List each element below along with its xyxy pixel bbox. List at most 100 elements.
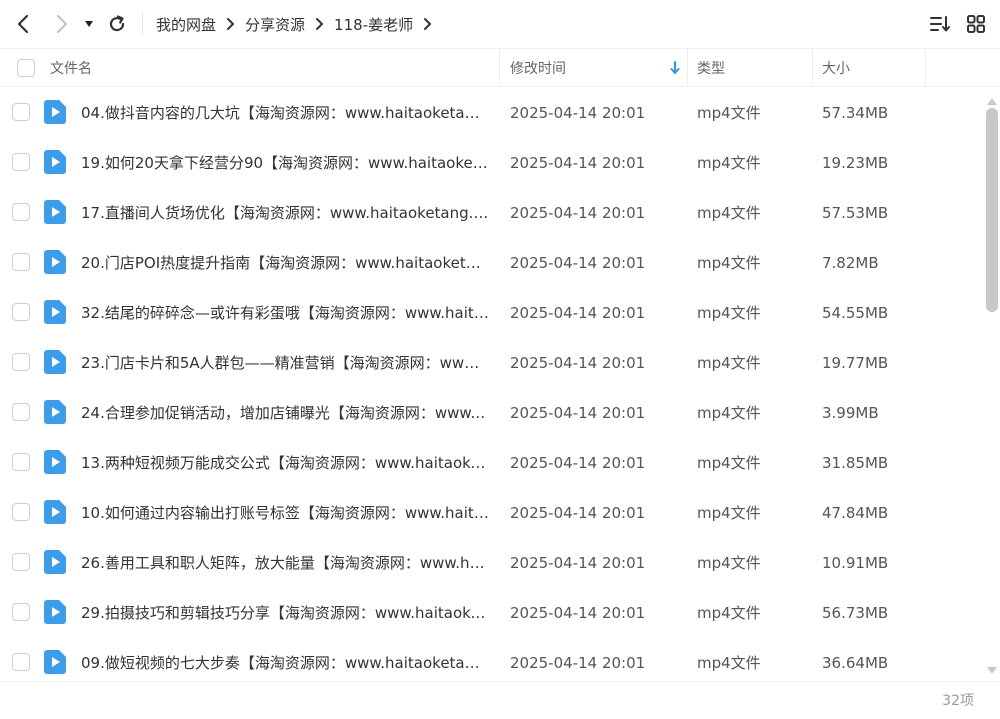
select-all-checkbox[interactable]: [17, 59, 35, 77]
column-divider[interactable]: [925, 49, 926, 87]
column-header-type[interactable]: 类型: [697, 49, 725, 87]
video-file-icon: [44, 300, 66, 324]
video-file-icon: [44, 500, 66, 524]
column-divider[interactable]: [499, 49, 500, 87]
row-checkbox[interactable]: [12, 303, 30, 321]
vertical-scrollbar[interactable]: [984, 88, 1000, 681]
sort-descending-icon: [670, 61, 680, 74]
file-size: 10.91MB: [822, 554, 889, 572]
file-name: 20.门店POI热度提升指南【海淘资源网：www.haitaoketang.co…: [81, 254, 489, 272]
file-name: 29.拍摄技巧和剪辑技巧分享【海淘资源网：www.haitaoketang.co…: [81, 604, 489, 622]
file-type: mp4文件: [697, 604, 761, 622]
file-row[interactable]: 04.做抖音内容的几大坑【海淘资源网：www.haitaoketang.com】…: [0, 88, 982, 138]
row-checkbox[interactable]: [12, 253, 30, 271]
file-size: 54.55MB: [822, 304, 889, 322]
file-size: 36.64MB: [822, 654, 889, 672]
file-size: 57.34MB: [822, 104, 889, 122]
column-divider[interactable]: [687, 49, 688, 87]
toolbar: 我的网盘 分享资源 118-姜老师: [0, 0, 1000, 48]
file-modified-time: 2025-04-14 20:01: [510, 104, 646, 122]
refresh-icon: [109, 15, 125, 32]
select-all-cell: [17, 49, 35, 87]
file-type: mp4文件: [697, 404, 761, 422]
row-checkbox[interactable]: [12, 603, 30, 621]
video-file-icon: [44, 200, 66, 224]
file-name: 10.如何通过内容输出打账号标签【海淘资源网：www.haitaoketang.…: [81, 504, 489, 522]
row-checkbox[interactable]: [12, 503, 30, 521]
row-checkbox[interactable]: [12, 403, 30, 421]
column-header-size[interactable]: 大小: [822, 49, 850, 87]
file-type: mp4文件: [697, 654, 761, 672]
breadcrumb-item-shared-resources[interactable]: 分享资源: [245, 14, 305, 35]
video-file-icon: [44, 150, 66, 174]
breadcrumb-item-my-drive[interactable]: 我的网盘: [156, 14, 216, 35]
column-header-name[interactable]: 文件名: [50, 49, 92, 87]
breadcrumb-chevron-icon[interactable]: [423, 17, 432, 31]
file-type: mp4文件: [697, 504, 761, 522]
breadcrumb: 我的网盘 分享资源 118-姜老师: [156, 0, 442, 48]
row-checkbox[interactable]: [12, 353, 30, 371]
row-checkbox[interactable]: [12, 453, 30, 471]
file-row[interactable]: 24.合理参加促销活动，增加店铺曝光【海淘资源网：www.haitaoketan…: [0, 388, 982, 438]
file-row[interactable]: 26.善用工具和职人矩阵，放大能量【海淘资源网：www.haitaoketang…: [0, 538, 982, 588]
file-name: 26.善用工具和职人矩阵，放大能量【海淘资源网：www.haitaoketang…: [81, 554, 489, 572]
file-row[interactable]: 20.门店POI热度提升指南【海淘资源网：www.haitaoketang.co…: [0, 238, 982, 288]
file-modified-time: 2025-04-14 20:01: [510, 554, 646, 572]
video-file-icon: [44, 400, 66, 424]
column-header-type-label: 类型: [697, 61, 725, 77]
row-checkbox[interactable]: [12, 153, 30, 171]
file-size: 19.23MB: [822, 154, 889, 172]
file-modified-time: 2025-04-14 20:01: [510, 604, 646, 622]
column-header-modified[interactable]: 修改时间: [510, 49, 686, 87]
file-name: 32.结尾的碎碎念—或许有彩蛋哦【海淘资源网：www.haitaoketang.…: [81, 304, 489, 322]
breadcrumb-chevron-icon: [315, 17, 324, 31]
video-file-icon: [44, 250, 66, 274]
file-modified-time: 2025-04-14 20:01: [510, 154, 646, 172]
file-name: 04.做抖音内容的几大坑【海淘资源网：www.haitaoketang.com】…: [81, 104, 489, 122]
file-modified-time: 2025-04-14 20:01: [510, 454, 646, 472]
file-type: mp4文件: [697, 104, 761, 122]
scrollbar-thumb[interactable]: [986, 108, 998, 312]
scroll-down-arrow-icon[interactable]: [985, 662, 999, 674]
breadcrumb-item-current-folder[interactable]: 118-姜老师: [334, 14, 413, 35]
row-checkbox[interactable]: [12, 203, 30, 221]
history-dropdown-button[interactable]: [78, 10, 100, 38]
file-type: mp4文件: [697, 554, 761, 572]
file-row[interactable]: 29.拍摄技巧和剪辑技巧分享【海淘资源网：www.haitaoketang.co…: [0, 588, 982, 638]
sort-button[interactable]: [927, 11, 953, 37]
file-type: mp4文件: [697, 354, 761, 372]
file-row[interactable]: 23.门店卡片和5A人群包——精准营销【海淘资源网：www.haitaoketa…: [0, 338, 982, 388]
file-row[interactable]: 17.直播间人货场优化【海淘资源网：www.haitaoketang.com】.…: [0, 188, 982, 238]
sort-list-icon: [930, 16, 950, 32]
back-button[interactable]: [9, 10, 37, 38]
file-row[interactable]: 19.如何20天拿下经营分90【海淘资源网：www.haitaoketang.c…: [0, 138, 982, 188]
row-checkbox[interactable]: [12, 653, 30, 671]
file-type: mp4文件: [697, 254, 761, 272]
grid-view-button[interactable]: [963, 11, 989, 37]
file-row[interactable]: 32.结尾的碎碎念—或许有彩蛋哦【海淘资源网：www.haitaoketang.…: [0, 288, 982, 338]
file-name: 13.两种短视频万能成交公式【海淘资源网：www.haitaoketang.co…: [81, 454, 489, 472]
file-row[interactable]: 09.做短视频的七大步奏【海淘资源网：www.haitaoketang.com】…: [0, 638, 982, 681]
video-file-icon: [44, 350, 66, 374]
file-row[interactable]: 10.如何通过内容输出打账号标签【海淘资源网：www.haitaoketang.…: [0, 488, 982, 538]
file-type: mp4文件: [697, 154, 761, 172]
column-divider[interactable]: [812, 49, 813, 87]
file-modified-time: 2025-04-14 20:01: [510, 354, 646, 372]
breadcrumb-chevron-icon: [226, 17, 235, 31]
file-modified-time: 2025-04-14 20:01: [510, 304, 646, 322]
file-row[interactable]: 13.两种短视频万能成交公式【海淘资源网：www.haitaoketang.co…: [0, 438, 982, 488]
scroll-up-arrow-icon[interactable]: [985, 92, 999, 105]
chevron-left-icon: [17, 14, 29, 34]
refresh-button[interactable]: [103, 10, 131, 38]
status-bar: 32项: [0, 681, 1000, 719]
file-size: 3.99MB: [822, 404, 879, 422]
file-list: 04.做抖音内容的几大坑【海淘资源网：www.haitaoketang.com】…: [0, 88, 982, 681]
list-header: 文件名 修改时间 类型 大小: [0, 48, 1000, 87]
row-checkbox[interactable]: [12, 553, 30, 571]
file-modified-time: 2025-04-14 20:01: [510, 204, 646, 222]
file-modified-time: 2025-04-14 20:01: [510, 404, 646, 422]
forward-button[interactable]: [48, 10, 76, 38]
file-size: 56.73MB: [822, 604, 889, 622]
row-checkbox[interactable]: [12, 103, 30, 121]
file-name: 24.合理参加促销活动，增加店铺曝光【海淘资源网：www.haitaoketan…: [81, 404, 489, 422]
